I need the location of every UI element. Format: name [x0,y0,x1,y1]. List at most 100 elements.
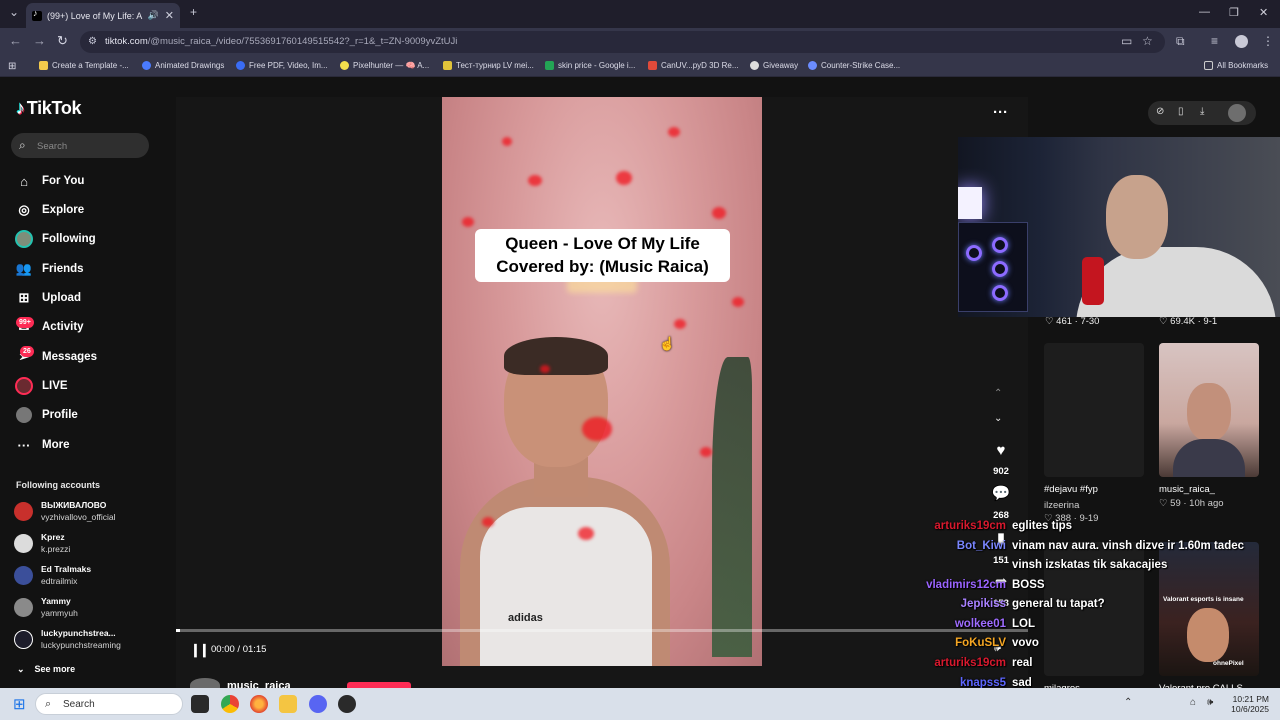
discord-icon[interactable] [309,695,327,713]
nav-friends[interactable]: 👥 Friends [14,258,84,280]
chat-text: vinam nav aura. vinsh dizve ir 1.60m tad… [1012,540,1245,552]
back-icon[interactable]: ← [9,33,22,48]
light-spot [674,319,686,329]
volume-tray-icon[interactable]: 🕪 [1207,697,1213,708]
nav-following[interactable]: Following [14,228,96,250]
chrome-icon[interactable] [221,695,239,713]
chat-username: arturiks19cm [934,657,1006,669]
video-title[interactable]: #dejavu #fyp [1044,484,1098,495]
light-spot [502,137,512,146]
download-icon[interactable]: ⤓ [1200,106,1204,117]
forward-icon[interactable]: → [33,33,46,48]
bookmark-item[interactable]: Pixelhunter — 🧠 A... [340,61,429,70]
video-user[interactable]: ilzeerina [1044,500,1079,511]
obs-icon[interactable] [338,695,356,713]
light-spot [528,175,542,186]
chat-message: vladimirs12cm BOSS [900,579,1280,597]
light-spot [540,365,550,373]
author-name[interactable]: music_raica [227,680,291,688]
taskbar-search[interactable]: ⌕ Search [35,693,183,715]
maximize-icon[interactable]: ❐ [1229,6,1239,19]
tab-list-icon[interactable]: ⌄ [9,5,19,19]
bookmark-item[interactable]: Counter-Strike Case... [808,61,900,70]
light-spot [616,171,632,185]
video-thumbnail[interactable] [1159,343,1259,477]
like-heart-icon[interactable]: ♥ [986,442,1016,459]
previous-video-icon[interactable]: ⌃ [994,388,1002,399]
task-view-icon[interactable] [191,695,209,713]
reading-list-icon[interactable]: ≡ [1211,34,1218,48]
fan [992,285,1008,301]
firefox-icon[interactable] [250,695,268,713]
bookmark-item[interactable]: Тест-турнир LV mei... [443,61,534,70]
site-info-icon[interactable]: ⚙ [88,36,100,48]
speaker-icon[interactable]: 🔊 [148,10,159,21]
messages-badge: 26 [20,346,34,357]
cast-icon[interactable]: ▭ [1121,34,1132,48]
light-spot [700,447,712,457]
chat-message: FoKuSLV vovo [900,637,1280,655]
video-caption: Queen - Love Of My Life Covered by: (Mus… [475,229,730,282]
window-close-icon[interactable]: ✕ [1259,6,1268,19]
user-avatar[interactable] [1228,104,1246,122]
bookmark-item[interactable]: Animated Drawings [142,61,224,70]
search-input[interactable]: ⌕ Search [11,133,149,158]
all-bookmarks[interactable]: All Bookmarks [1204,61,1268,70]
windows-start-icon[interactable]: ⊞ [13,695,26,713]
following-avatar-icon [14,229,34,249]
phone-icon[interactable]: ▯ [1178,106,1184,117]
video-thumbnail[interactable] [1044,343,1144,477]
minimize-icon[interactable]: — [1199,6,1210,18]
nav-for-you[interactable]: ⌂ For You [14,170,84,192]
profile-avatar-icon [14,405,34,425]
system-clock[interactable]: 10:21 PM 10/6/2025 [1225,694,1269,714]
tray-arrow-icon[interactable]: ⌃ [1124,697,1132,708]
see-more-button[interactable]: ⌄ See more [17,663,85,675]
streamer-face [1106,175,1168,259]
apps-grid-icon[interactable]: ⊞ [8,61,16,72]
compass-icon[interactable]: ⊘ [1156,106,1164,117]
search-placeholder: Search [37,141,68,152]
video-frame[interactable] [442,97,762,666]
bookmark-item[interactable]: skin price - Google i... [545,61,635,70]
upload-icon: ⊞ [18,290,30,305]
bookmark-item[interactable]: CanUV...pyD 3D Re... [648,61,739,70]
bookmark-item[interactable]: Create a Template -... [39,61,129,70]
bookmark-item[interactable]: Free PDF, Video, Im... [236,61,328,70]
bookmark-star-icon[interactable]: ☆ [1142,34,1153,48]
video-stat: ♡ 461 · 7-30 [1045,316,1100,327]
video-time: 00:00 / 01:15 [211,644,267,655]
like-count: 902 [993,466,1009,477]
light-spot [482,517,494,527]
avatar [14,566,33,585]
tiktok-logo[interactable]: ♪ TikTok [16,98,82,119]
video-title[interactable]: music_raica_ [1159,484,1215,495]
reload-icon[interactable]: ↻ [57,33,68,49]
network-icon[interactable]: ⌂ [1190,697,1196,708]
browser-tab[interactable]: (99+) Love of My Life: A Hea 🔊 ✕ [26,3,180,28]
tab-close-icon[interactable]: ✕ [165,9,174,22]
extensions-icon[interactable]: ⧉ [1176,34,1185,49]
light-spot [668,127,680,137]
chat-text: eglites tips [1012,520,1073,532]
light-spot [462,217,474,227]
chat-message: arturiks19cm eglites tips [900,520,1280,538]
avatar [14,502,33,521]
pause-icon[interactable]: ❙❙ [190,642,210,658]
chat-username: Jepikiss [960,598,1006,610]
nav-profile[interactable]: Profile [14,404,78,426]
bookmark-item[interactable]: Giveaway [750,61,798,70]
streamer-webcam [958,137,1280,317]
next-video-icon[interactable]: ⌄ [994,413,1002,424]
more-options-icon[interactable]: ··· [993,104,1008,121]
file-explorer-icon[interactable] [279,695,297,713]
nav-upload[interactable]: ⊞ Upload [14,287,81,309]
url-field[interactable]: ⚙ tiktok.com/@music_raica_/video/7553691… [80,31,1165,53]
nav-explore[interactable]: ◎ Explore [14,199,84,221]
comment-icon[interactable]: 💬 [986,484,1016,502]
new-tab-icon[interactable]: + [190,5,197,19]
browser-menu-icon[interactable]: ⋮ [1262,34,1274,48]
nav-more[interactable]: ··· More [14,434,70,456]
nav-live[interactable]: LIVE [14,375,68,397]
profile-avatar[interactable] [1235,35,1248,48]
